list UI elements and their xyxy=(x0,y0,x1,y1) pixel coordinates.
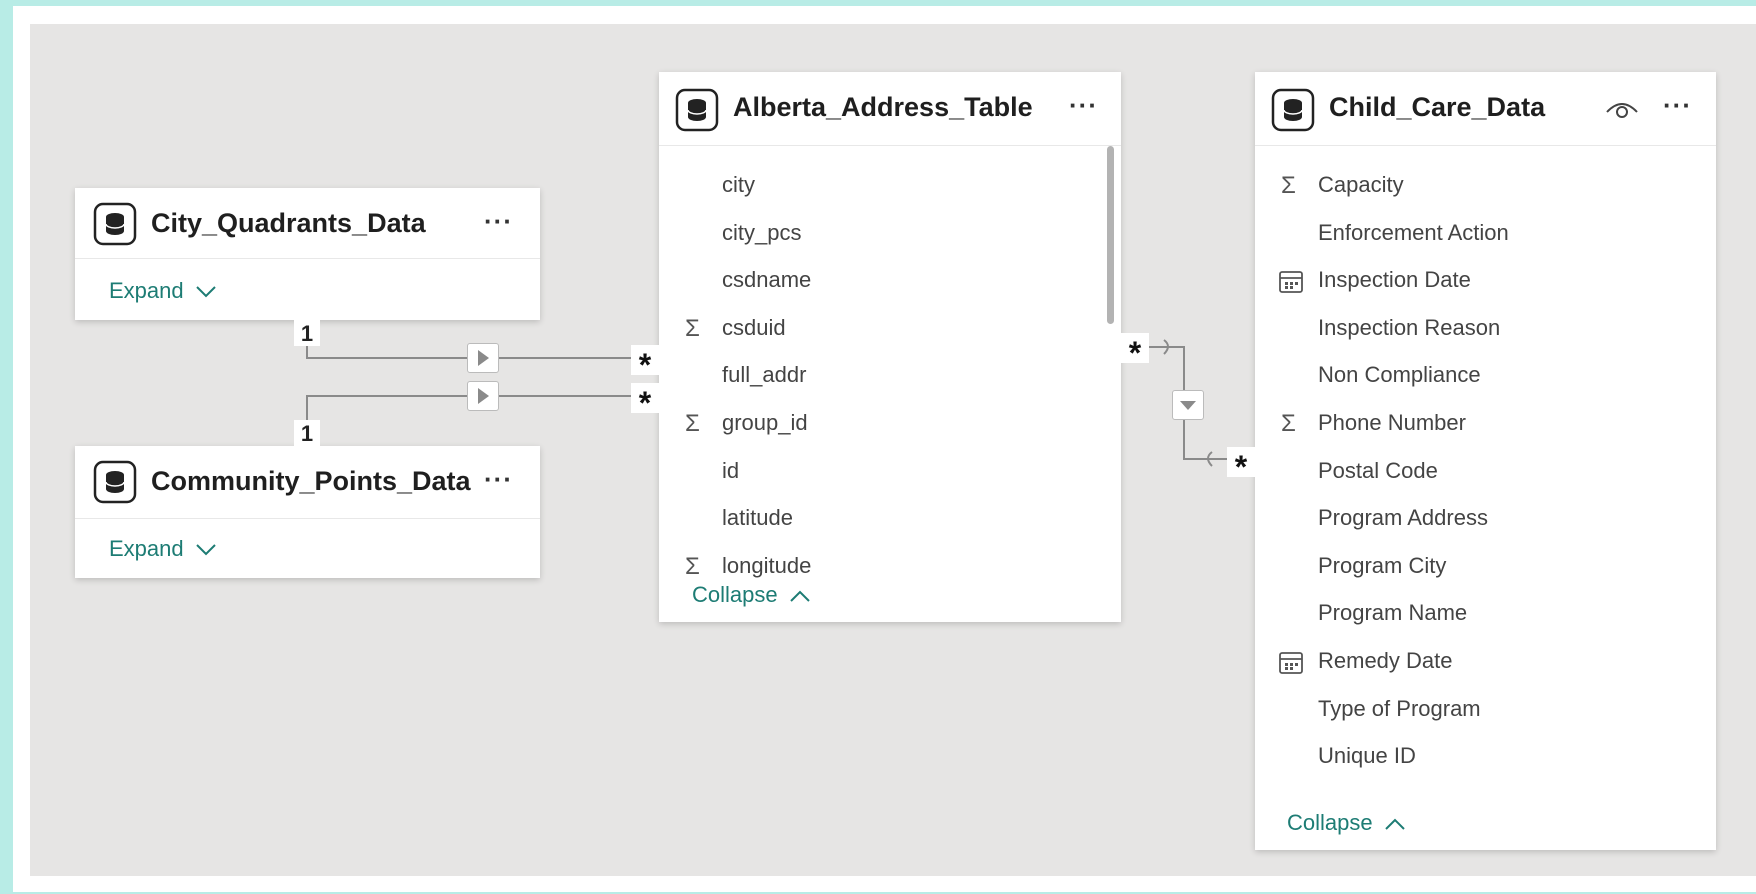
field-name: city xyxy=(722,172,755,197)
field-name: Non Compliance xyxy=(1318,362,1481,388)
table-title: Child_Care_Data xyxy=(1329,92,1546,122)
expand-label: Expand xyxy=(109,278,184,303)
sigma-icon: Σ xyxy=(685,410,700,437)
chevron-up-icon xyxy=(790,590,810,602)
table-icon xyxy=(93,460,137,504)
sigma-icon: Σ xyxy=(685,552,700,580)
field-name: Phone Number xyxy=(1318,410,1466,435)
field-row[interactable]: id xyxy=(659,448,1121,494)
field-row[interactable]: full_addr xyxy=(659,352,1121,398)
scrollbar[interactable] xyxy=(1107,146,1114,324)
field-row[interactable]: Non Compliance xyxy=(1255,352,1716,398)
field-name: Program Name xyxy=(1318,600,1468,626)
field-name: Enforcement Action xyxy=(1318,219,1509,245)
field-row[interactable]: Inspection Reason xyxy=(1255,305,1716,351)
more-options-button[interactable]: ··· xyxy=(1069,90,1098,121)
field-row[interactable]: city_pcs xyxy=(659,210,1121,256)
card-header: Community_Points_Data ··· xyxy=(75,446,540,519)
filter-direction-arrow[interactable] xyxy=(467,381,499,411)
table-card-community-points[interactable]: Community_Points_Data ··· Expand xyxy=(75,446,540,578)
chevron-down-icon xyxy=(196,544,216,556)
field-name: Type of Program xyxy=(1318,695,1481,721)
collapse-label: Collapse xyxy=(692,582,778,607)
chevron-down-icon xyxy=(196,286,216,298)
field-name: latitude xyxy=(722,505,793,531)
field-row[interactable]: Unique ID xyxy=(1255,733,1716,779)
table-card-city-quadrants[interactable]: City_Quadrants_Data ··· Expand xyxy=(75,188,540,320)
card-header: Child_Care_Data ··· xyxy=(1255,72,1716,146)
sigma-icon: Σ xyxy=(1281,410,1296,437)
table-title: Alberta_Address_Table xyxy=(733,92,1033,122)
triangle-right-icon xyxy=(478,388,489,404)
collapse-label: Collapse xyxy=(1287,810,1373,835)
field-row[interactable]: Enforcement Action xyxy=(1255,210,1716,256)
field-name: Program City xyxy=(1318,552,1447,578)
table-title: Community_Points_Data xyxy=(151,466,471,496)
field-row[interactable]: Σcsduid xyxy=(659,305,1121,351)
filter-direction-arrow[interactable] xyxy=(467,343,499,373)
table-icon xyxy=(675,88,719,132)
expand-button[interactable]: Expand xyxy=(109,536,216,562)
field-row[interactable]: Σgroup_id xyxy=(659,400,1121,446)
field-row[interactable]: Program Address xyxy=(1255,495,1716,541)
sigma-icon: Σ xyxy=(685,314,700,342)
cardinality-many-label: * xyxy=(631,345,659,375)
cardinality-many-label: * xyxy=(631,383,659,413)
field-row[interactable]: csdname xyxy=(659,257,1121,303)
sigma-icon: Σ xyxy=(1281,172,1296,199)
calendar-icon xyxy=(1279,652,1303,674)
expand-button[interactable]: Expand xyxy=(109,278,216,304)
field-row[interactable]: Program Name xyxy=(1255,590,1716,636)
field-name: csduid xyxy=(722,314,786,340)
eye-icon[interactable] xyxy=(1605,98,1639,120)
field-name: csdname xyxy=(722,267,812,293)
field-name: full_addr xyxy=(722,362,807,388)
expand-label: Expand xyxy=(109,536,184,561)
field-name: city_pcs xyxy=(722,219,802,245)
field-row[interactable]: Postal Code xyxy=(1255,448,1716,494)
field-row[interactable]: Σ Phone Number xyxy=(1255,400,1716,446)
field-name: Postal Code xyxy=(1318,457,1438,483)
field-name: Unique ID xyxy=(1318,743,1416,769)
collapse-button[interactable]: Collapse xyxy=(692,582,810,608)
collapse-button[interactable]: Collapse xyxy=(1287,810,1405,836)
field-name: Program Address xyxy=(1318,505,1488,531)
cardinality-one-label: 1 xyxy=(294,420,320,446)
more-options-button[interactable]: ··· xyxy=(484,206,513,237)
field-row[interactable]: Inspection Date xyxy=(1255,257,1716,303)
more-options-button[interactable]: ··· xyxy=(1663,90,1692,121)
filter-direction-arrow[interactable] xyxy=(1172,390,1204,420)
field-name: Remedy Date xyxy=(1318,648,1453,673)
card-header: City_Quadrants_Data ··· xyxy=(75,188,540,259)
field-row[interactable]: Type of Program xyxy=(1255,686,1716,732)
field-name: longitude xyxy=(722,552,812,578)
more-options-button[interactable]: ··· xyxy=(484,464,513,495)
triangle-right-icon xyxy=(478,350,489,366)
card-header: Alberta_Address_Table ··· xyxy=(659,72,1121,146)
field-name: id xyxy=(722,457,740,483)
field-row[interactable]: Program City xyxy=(1255,543,1716,589)
cardinality-many-label: * xyxy=(1121,333,1149,363)
field-name: group_id xyxy=(722,410,808,435)
field-name: Inspection Reason xyxy=(1318,314,1501,340)
table-card-alberta-address[interactable]: Alberta_Address_Table ··· city city_pcscs… xyxy=(659,72,1121,622)
field-name: Capacity xyxy=(1318,172,1404,197)
table-card-child-care[interactable]: Child_Care_Data ··· Σ Capacity Enforcement… xyxy=(1255,72,1716,850)
field-row[interactable]: city xyxy=(659,162,1121,208)
field-name: Inspection Date xyxy=(1318,267,1471,293)
triangle-down-icon xyxy=(1180,401,1196,410)
calendar-icon xyxy=(1279,271,1303,294)
table-icon xyxy=(93,202,137,246)
cardinality-one-label: 1 xyxy=(294,320,320,346)
field-row[interactable]: Σ Capacity xyxy=(1255,162,1716,208)
chevron-up-icon xyxy=(1385,818,1405,830)
table-icon xyxy=(1271,88,1315,132)
field-row[interactable]: Remedy Date xyxy=(1255,638,1716,684)
cardinality-many-label: * xyxy=(1227,447,1255,477)
field-row[interactable]: latitude xyxy=(659,495,1121,541)
table-title: City_Quadrants_Data xyxy=(151,208,426,238)
